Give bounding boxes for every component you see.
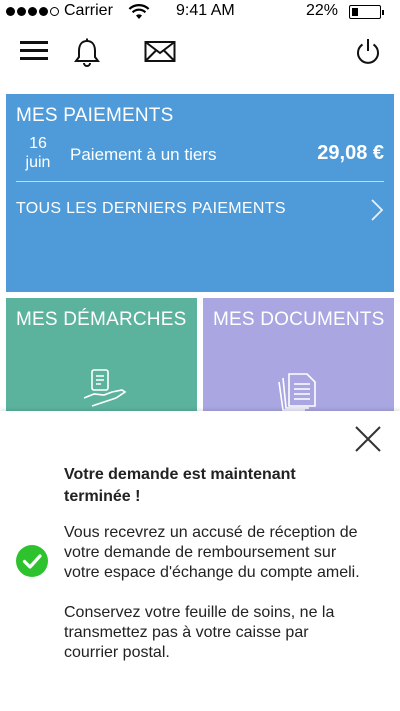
bell-icon[interactable] [72,38,102,73]
carrier-name: Carrier [64,2,113,19]
status-bar: Carrier 9:41 AM 22% [0,0,400,24]
signal-dot [6,7,15,16]
confirmation-sheet: Votre demande est maintenant terminée ! … [0,411,400,711]
battery-percentage: 22% [306,2,339,19]
signal-dot [28,7,37,16]
battery-icon [349,5,384,19]
wifi-icon [128,4,150,25]
close-icon[interactable] [354,425,382,458]
documents-tile[interactable]: MES DOCUMENTS [203,298,394,418]
all-payments-label: TOUS LES DERNIERS PAIEMENTS [16,200,286,217]
battery-nub [382,10,384,15]
documents-title: MES DOCUMENTS [213,309,385,330]
confirmation-paragraph-keep-form: Conservez votre feuille de soins, ne la … [64,604,335,661]
demarches-title: MES DÉMARCHES [16,309,187,330]
demarches-tile[interactable]: MES DÉMARCHES [6,298,197,418]
documents-stack-icon [275,368,321,417]
chevron-right-icon [370,198,384,227]
payment-date-day: 16 [29,135,47,152]
confirmation-title: Votre demande est maintenant terminée ! [64,466,296,505]
success-check-icon [16,545,48,582]
payment-amount: 29,08 € [317,142,384,164]
battery-level [352,8,358,16]
signal-strength-icon [6,7,59,16]
confirmation-body: Vous recevrez un accusé de réception de … [64,523,364,663]
payments-divider [16,181,384,182]
signal-dot [50,7,59,16]
payment-date-month: juin [25,154,51,171]
payment-date: 16 juin [16,134,60,172]
payments-tile: MES PAIEMENTS 16 juin Paiement à un tier… [6,94,394,292]
signal-dot [17,7,26,16]
menu-icon[interactable] [20,38,48,67]
hand-document-icon [82,368,128,417]
all-payments-link[interactable]: TOUS LES DERNIERS PAIEMENTS [6,190,394,230]
clock-time: 9:41 AM [176,2,235,19]
mail-icon[interactable] [144,38,176,69]
power-icon[interactable] [354,38,382,71]
payment-description: Paiement à un tiers [70,145,217,164]
confirmation-paragraph-receipt: Vous recevrez un accusé de réception de … [64,524,360,581]
signal-dot [39,7,48,16]
top-navigation-bar [0,30,400,76]
payments-title: MES PAIEMENTS [16,105,174,126]
